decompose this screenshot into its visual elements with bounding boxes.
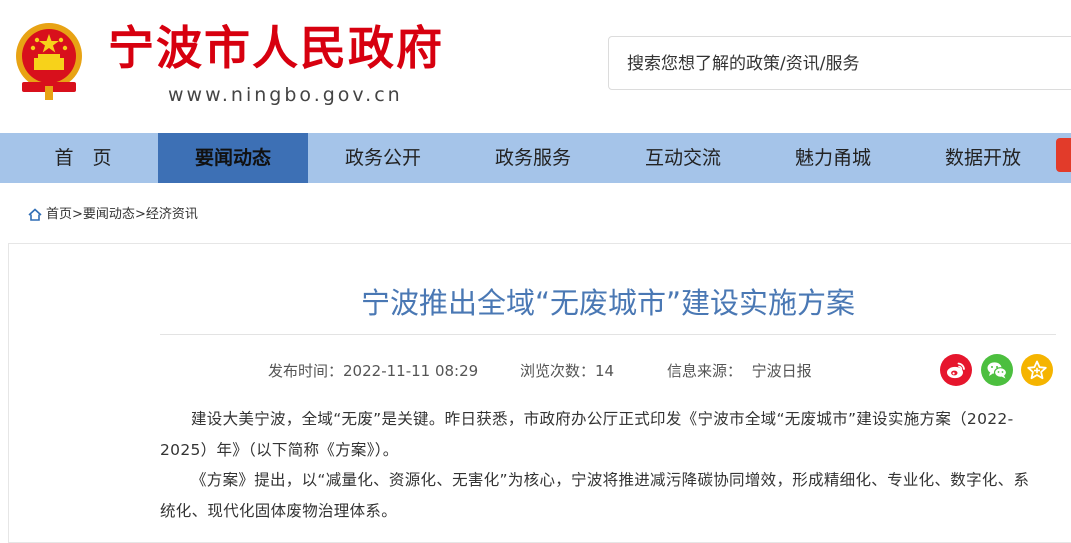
breadcrumb-separator: > [72,207,83,222]
breadcrumb-home[interactable]: 首页 [46,207,72,222]
publish-time: 发布时间：2022-11-11 08:29 [268,362,478,380]
nav-gov-affairs[interactable]: 政务公开 [308,133,458,183]
search-box [608,36,1071,91]
home-icon [28,208,42,221]
nav-home[interactable]: 首 页 [8,133,158,183]
view-count: 浏览次数：14 [520,362,614,380]
nav-city-charm[interactable]: 魅力甬城 [758,133,908,183]
side-tab-button[interactable] [1056,138,1071,172]
publish-label: 发布时间： [268,362,344,380]
national-emblem-icon [16,23,82,100]
paragraph-1-line-1: 建设大美宁波，全域“无废”是关键。昨日获悉，市政府办公厅正式印发《宁波市全域“无… [191,410,1014,428]
publish-value: 2022-11-11 08:29 [343,362,479,380]
paragraph-1-line-2: 2025）年》（以下简称《方案》）。 [160,441,399,459]
article-title: 宁波推出全域“无废城市”建设实施方案 [360,286,856,320]
search-input[interactable] [625,37,1069,91]
wechat-icon [987,362,1008,379]
main-nav: 首 页 要闻动态 政务公开 政务服务 互动交流 魅力甬城 数据开放 [0,133,1071,183]
breadcrumb-separator: > [134,207,146,222]
favorite-share-button[interactable] [1021,354,1053,386]
views-value: 14 [595,362,615,380]
source-label: 信息来源： [667,362,743,380]
nav-open-data[interactable]: 数据开放 [908,133,1058,183]
nav-interaction[interactable]: 互动交流 [608,133,758,183]
nav-gov-services[interactable]: 政务服务 [458,133,608,183]
paragraph-2-line-1: 《方案》提出，以“减量化、资源化、无害化”为核心，宁波将推进减污降碳协同增效，形… [191,471,1030,489]
weibo-icon [947,362,965,379]
views-label: 浏览次数： [520,362,596,380]
site-title[interactable]: 宁波市人民政府 [108,20,444,76]
breadcrumb: 首页>要闻动态>经济资讯 [28,203,198,223]
wechat-share-button[interactable] [981,354,1013,386]
site-header: 宁波市人民政府 www.ningbo.gov.cn [0,0,1071,133]
breadcrumb-news[interactable]: 要闻动态 [83,207,135,222]
title-divider [160,334,1056,335]
favorite-icon [1027,360,1047,380]
info-source: 信息来源： 宁波日报 [667,362,812,380]
source-value: 宁波日报 [751,362,812,380]
breadcrumb-economy[interactable]: 经济资讯 [146,207,198,222]
nav-news[interactable]: 要闻动态 [158,133,308,183]
weibo-share-button[interactable] [940,354,972,386]
site-url: www.ningbo.gov.cn [168,84,403,106]
